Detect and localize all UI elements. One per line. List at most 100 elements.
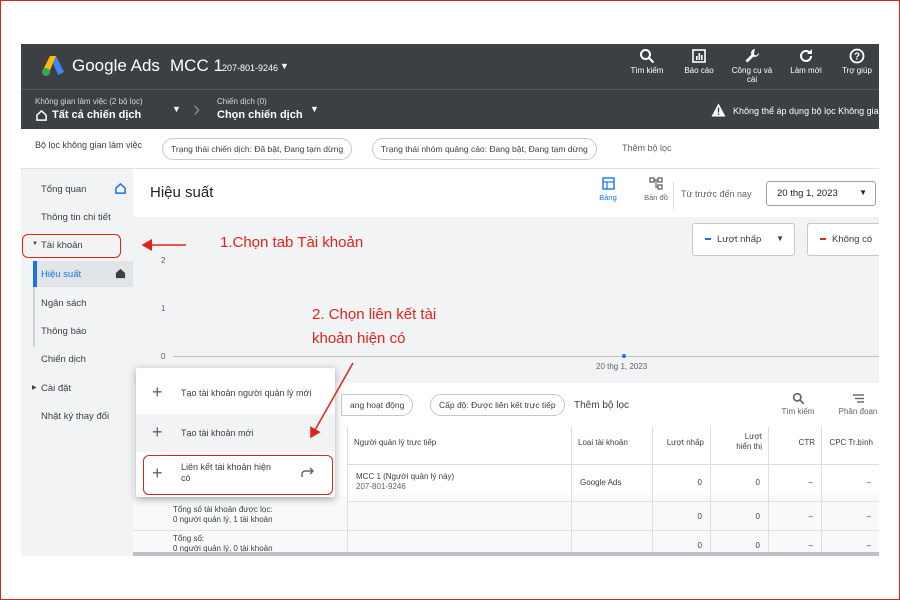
reports-tool-button[interactable]: Báo cáo bbox=[674, 48, 724, 75]
search-tool-label: Tìm kiếm bbox=[630, 66, 664, 75]
table-add-filter-link[interactable]: Thêm bộ lọc bbox=[574, 400, 629, 411]
metric-selector-none[interactable]: Không có ▼ bbox=[807, 223, 879, 256]
clicks-cell: 0 bbox=[652, 465, 710, 502]
filtered-total-label: Tổng số tài khoản được lọc: bbox=[173, 505, 273, 514]
annotation-step-1: 1.Chọn tab Tài khoản bbox=[220, 234, 364, 251]
date-range-picker[interactable]: 20 thg 1, 2023 ▼ bbox=[766, 181, 876, 206]
menu-item-create-account[interactable]: + Tạo tài khoản mới bbox=[136, 414, 335, 452]
account-id[interactable]: 207-801-9246 bbox=[222, 63, 278, 73]
segment-button[interactable]: Phân đoạn bbox=[833, 392, 879, 416]
y-tick: 1 bbox=[161, 304, 166, 313]
column-header-ctr[interactable]: CTR bbox=[768, 427, 821, 465]
account-type-cell: Google Ads bbox=[571, 465, 652, 502]
chevron-down-icon: ▼ bbox=[172, 104, 181, 114]
sidebar-nav: Tổng quan Thông tin chi tiết ▼ Tài khoản… bbox=[21, 169, 133, 556]
help-label: Trợ giúp bbox=[842, 66, 872, 75]
x-axis-line bbox=[173, 356, 879, 357]
search-tool-button[interactable]: Tìm kiếm bbox=[622, 48, 672, 75]
ctr-cell: – bbox=[768, 465, 821, 502]
manager-cell: MCC 1 (Người quản lý này) 207-801-9246 bbox=[347, 465, 571, 502]
x-tick: 20 thg 1, 2023 bbox=[596, 362, 648, 371]
tools-label: Công cụ và cài bbox=[731, 66, 773, 84]
wrench-icon bbox=[745, 49, 759, 63]
menu-item-label: Tạo tài khoản người quản lý mới bbox=[181, 388, 312, 398]
annotation-highlight-link-account bbox=[143, 455, 333, 495]
cpc-cell: – bbox=[821, 502, 879, 531]
refresh-icon bbox=[800, 49, 812, 62]
manager-name[interactable]: MCC 1 (Người quản lý này) bbox=[356, 472, 563, 482]
workspace-filter-bar: Bộ lọc không gian làm việc Trạng thái ch… bbox=[21, 129, 879, 169]
sidebar-item-settings[interactable]: Cài đặt bbox=[41, 383, 71, 394]
clicks-cell: 0 bbox=[652, 502, 710, 531]
help-button[interactable]: ? Trợ giúp bbox=[832, 48, 879, 75]
page-title: Hiệu suất bbox=[150, 184, 214, 201]
column-header-account-type[interactable]: Loại tài khoản bbox=[571, 427, 652, 465]
date-range-value: 20 thg 1, 2023 bbox=[777, 188, 838, 199]
segment-icon bbox=[852, 394, 864, 403]
add-filter-link[interactable]: Thêm bộ lọc bbox=[622, 143, 672, 153]
column-header-manager[interactable]: Người quản lý trực tiếp bbox=[347, 427, 571, 465]
account-dropdown-icon[interactable]: ▼ bbox=[280, 61, 289, 71]
brand-name: Google Ads bbox=[72, 56, 160, 75]
reports-tool-label: Báo cáo bbox=[684, 66, 714, 75]
campaign-count: Chiến dịch (0) bbox=[217, 97, 267, 106]
top-bar: Google Ads MCC 1 207-801-9246 ▼ Tìm kiếm… bbox=[21, 44, 879, 89]
series-color-swatch bbox=[705, 238, 711, 241]
filtered-total-sub: 0 người quản lý, 1 tài khoản bbox=[173, 515, 273, 524]
table-search-label: Tìm kiếm bbox=[781, 407, 815, 416]
impressions-cell: 0 bbox=[710, 502, 768, 531]
metric-none-label: Không có bbox=[832, 234, 873, 245]
y-tick: 2 bbox=[161, 256, 166, 265]
adgroup-status-filter-chip[interactable]: Trạng thái nhóm quảng cáo: Đang bật, Đan… bbox=[372, 138, 597, 160]
tab-table-view[interactable]: Bảng bbox=[590, 177, 626, 202]
empty-cell bbox=[571, 502, 652, 531]
sidebar-item-overview[interactable]: Tổng quan bbox=[41, 184, 86, 195]
sidebar-item-budgets[interactable]: Ngân sách bbox=[41, 298, 86, 309]
sidebar-item-change-history[interactable]: Nhật ký thay đổi bbox=[41, 411, 109, 422]
nav-subgroup-line bbox=[33, 287, 35, 347]
refresh-button[interactable]: Làm mới bbox=[781, 48, 831, 75]
metric-selector-clicks[interactable]: Lượt nhấp ▼ bbox=[692, 223, 795, 256]
sidebar-item-campaigns[interactable]: Chiến dịch bbox=[41, 354, 86, 365]
reports-icon bbox=[692, 49, 706, 63]
main-content: Hiệu suất Bảng Bản đồ Từ trước đến nay 2… bbox=[133, 169, 879, 556]
menu-item-create-manager-account[interactable]: + Tạo tài khoản người quản lý mới bbox=[136, 374, 335, 412]
empty-cell bbox=[347, 502, 571, 531]
help-icon: ? bbox=[849, 48, 865, 64]
chevron-down-icon: ▼ bbox=[310, 104, 319, 114]
segment-label: Phân đoạn bbox=[838, 407, 878, 416]
campaign-value: Chọn chiến dịch bbox=[217, 109, 303, 121]
tab-table-label: Bảng bbox=[599, 193, 617, 202]
column-header-impressions[interactable]: Lượt hiển thị bbox=[710, 427, 768, 465]
search-icon bbox=[792, 392, 804, 405]
home-icon bbox=[115, 183, 126, 194]
filtered-total-cell: Tổng số tài khoản được lọc: 0 người quản… bbox=[133, 502, 347, 531]
sidebar-item-notifications[interactable]: Thông báo bbox=[41, 326, 86, 337]
home-icon bbox=[36, 110, 47, 121]
home-icon bbox=[115, 268, 126, 279]
annotation-step-2-line-1: 2. Chọn liên kết tài bbox=[312, 306, 437, 323]
table-search-button[interactable]: Tìm kiếm bbox=[773, 392, 823, 416]
tab-map-view[interactable]: Bản đồ bbox=[638, 177, 674, 202]
column-header-clicks[interactable]: Lượt nhấp bbox=[652, 427, 710, 465]
level-filter-chip[interactable]: Cấp độ: Được liên kết trực tiếp bbox=[430, 394, 565, 416]
tools-button[interactable]: Công cụ và cài bbox=[727, 48, 777, 84]
status-filter-chip[interactable]: ang hoạt động bbox=[341, 394, 414, 416]
plus-icon: + bbox=[152, 382, 163, 402]
search-icon bbox=[640, 49, 655, 64]
breadcrumb-separator-icon: › bbox=[193, 96, 201, 121]
expand-arrow-icon: ▶ bbox=[32, 385, 37, 391]
warning-icon bbox=[711, 103, 726, 117]
chevron-down-icon: ▼ bbox=[776, 234, 784, 243]
hierarchy-icon bbox=[648, 177, 663, 190]
column-header-cpc[interactable]: CPC Tr.bình bbox=[821, 427, 879, 465]
campaign-status-filter-chip[interactable]: Trạng thái chiến dịch: Đã bật, Đang tạm … bbox=[162, 138, 353, 160]
data-point bbox=[622, 354, 626, 358]
account-name[interactable]: MCC 1 bbox=[170, 56, 223, 76]
menu-item-label: Tạo tài khoản mới bbox=[181, 428, 254, 438]
sidebar-item-insights[interactable]: Thông tin chi tiết bbox=[41, 212, 111, 223]
sidebar-item-performance[interactable]: Hiệu suất bbox=[41, 269, 81, 280]
nav-active-indicator bbox=[33, 261, 37, 287]
metric-clicks-label: Lượt nhấp bbox=[717, 234, 762, 245]
horizontal-scrollbar[interactable] bbox=[133, 552, 879, 556]
